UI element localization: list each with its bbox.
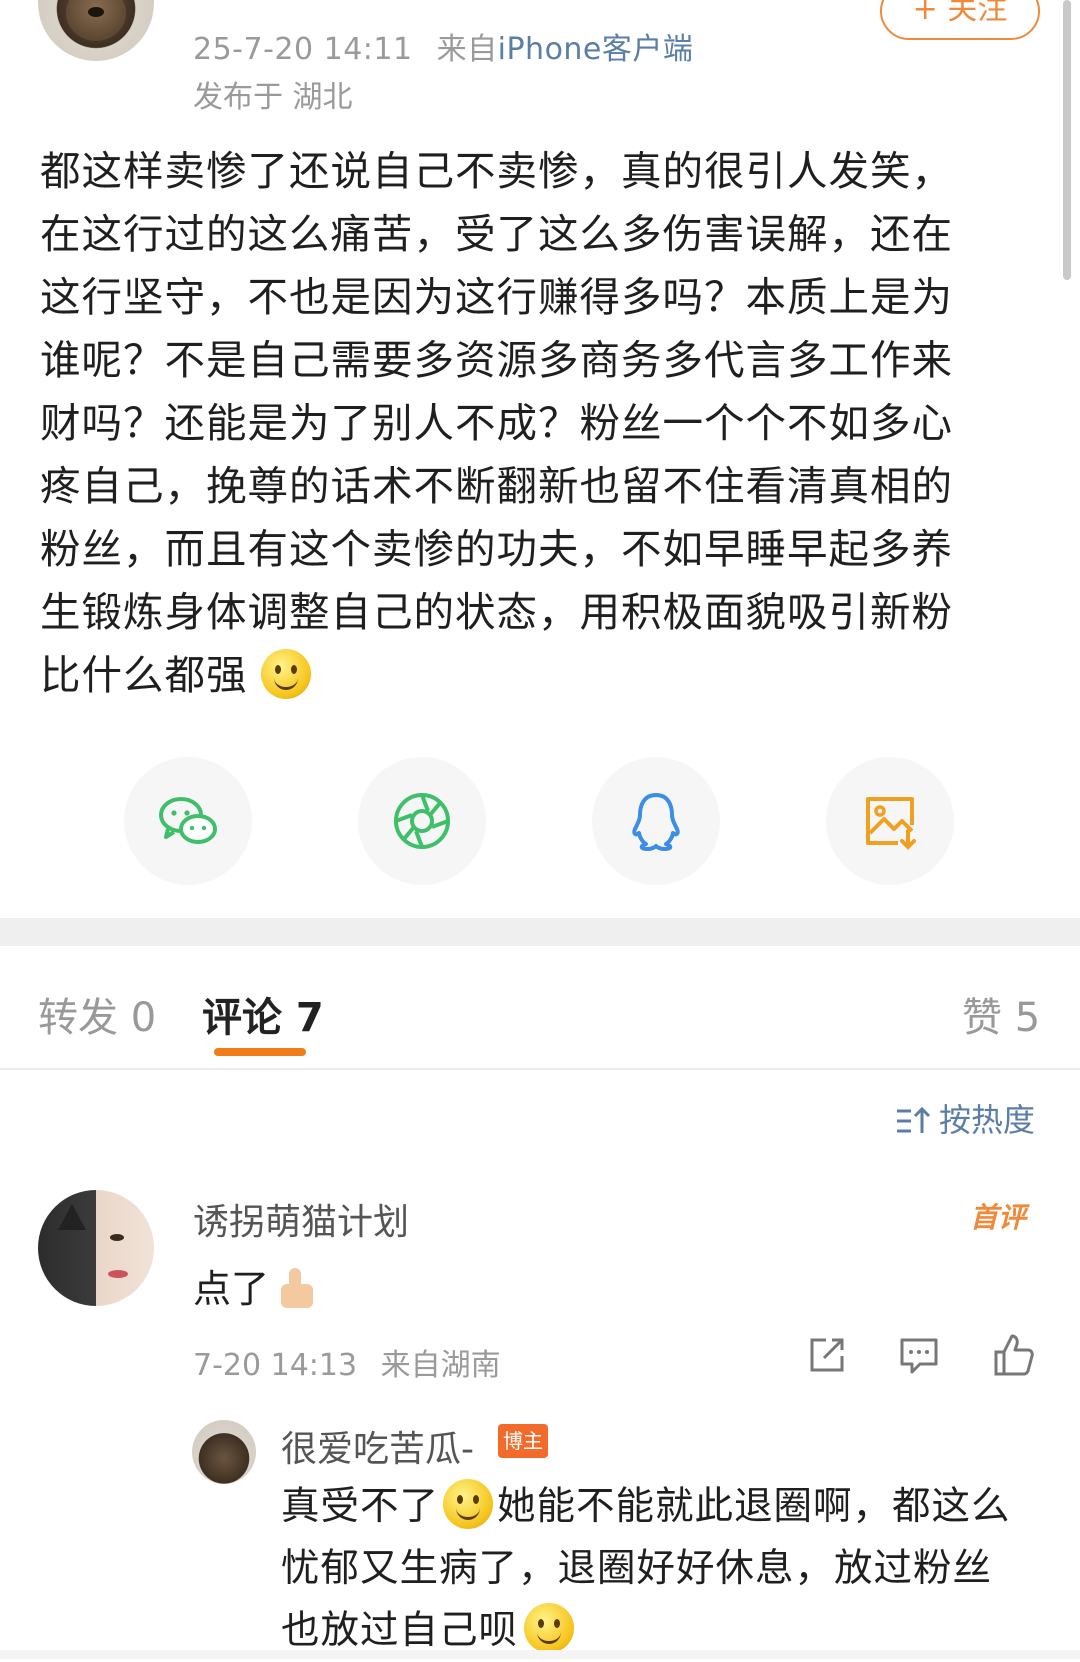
reply-author-avatar[interactable] (192, 1420, 256, 1484)
post-location: 发布于 湖北 (193, 80, 353, 115)
post-body: 都这样卖惨了还说自己不卖惨，真的很引人发笑， 在这行过的这么痛苦，受了这么多伤害… (40, 140, 1000, 707)
smile-emoji-icon (443, 1479, 494, 1529)
post-line: 在这行过的这么痛苦，受了这么多伤害误解，还在 (40, 210, 953, 258)
tab-divider (0, 1068, 1080, 1070)
first-comment-badge: 首评 (970, 1201, 1027, 1234)
avatar-lip (108, 1270, 128, 1278)
reply-line-part: 她能不能就此退圈啊，都这么 (497, 1484, 1011, 1529)
reply-line: 真受不了 她能不能就此退圈啊，都这么 (281, 1476, 1051, 1538)
post-line: 谁呢？不是自己需要多资源多商务多代言多工作来 (40, 336, 953, 384)
follow-button[interactable]: + 关注 (880, 0, 1040, 40)
reply-line-part: 真受不了 (281, 1484, 440, 1529)
scrollbar[interactable] (1063, 0, 1071, 280)
sort-icon (897, 1106, 931, 1133)
tab-likes[interactable]: 赞 5 (962, 985, 1040, 1043)
post-line: 疼自己，挽尊的话术不断翻新也留不住看清真相的 (40, 462, 953, 510)
post-from: 来自 (436, 32, 498, 67)
author-avatar[interactable] (38, 0, 154, 61)
reply-author-name[interactable]: 很爱吃苦瓜- (281, 1420, 474, 1472)
post-client: iPhone客户端 (497, 32, 694, 67)
share-wechat-button[interactable] (124, 757, 252, 885)
host-badge: 博主 (498, 1424, 548, 1458)
avatar-nose (88, 7, 104, 17)
comment-like-button[interactable] (990, 1332, 1036, 1378)
comment-from: 来自湖南 (380, 1348, 501, 1383)
post-line: 粉丝，而且有这个卖惨的功夫，不如早睡早起多养 (40, 525, 953, 573)
post-time: 25-7-20 14:11 (193, 32, 413, 67)
post-meta: 25-7-20 14:11 来自iPhone客户端 (193, 24, 693, 68)
share-moments-button[interactable] (358, 757, 486, 885)
sort-by-hot-button[interactable]: 按热度 (895, 1095, 1035, 1141)
post-line: 都这样卖惨了还说自己不卖惨，真的很引人发笑， (40, 147, 953, 195)
share-qq-button[interactable] (592, 757, 720, 885)
reply-line-part: 也放过自己呗 (281, 1608, 519, 1653)
qq-icon (632, 793, 680, 851)
comment-time: 7-20 14:13 (193, 1348, 358, 1383)
commenter-avatar[interactable] (38, 1190, 154, 1306)
smile-emoji-icon (524, 1603, 575, 1653)
bottom-edge (0, 1650, 1080, 1659)
moments-icon (394, 793, 450, 849)
commenter-name[interactable]: 诱拐萌猫计划 (193, 1193, 409, 1245)
avatar-eye (110, 1234, 124, 1241)
comment-reply-button[interactable] (896, 1332, 942, 1378)
comment-share-button[interactable] (804, 1332, 850, 1378)
avatar-cat-ear (58, 1204, 86, 1230)
save-image-icon (866, 797, 916, 850)
post-line: 这行坚守，不也是因为这行赚得多吗？本质上是为 (40, 273, 953, 321)
post-line: 比什么都强 (40, 651, 248, 699)
wechat-icon (159, 797, 217, 844)
post-line: 生锻炼身体调整自己的状态，用积极面貌吸引新粉 (40, 588, 953, 636)
tab-comments[interactable]: 评论 7 (202, 985, 324, 1043)
thumbs-up-icon (994, 1334, 1034, 1376)
reply-icon (900, 1338, 938, 1374)
section-divider (0, 918, 1080, 946)
active-tab-indicator (214, 1048, 306, 1056)
share-out-icon (810, 1338, 844, 1372)
sort-label: 按热度 (939, 1101, 1036, 1139)
post-line-last: 比什么都强 (40, 644, 1000, 707)
comment-text: 点了 (193, 1258, 319, 1313)
comment-text-content: 点了 (193, 1267, 270, 1311)
share-save-image-button[interactable] (826, 757, 954, 885)
reply-text: 真受不了 她能不能就此退圈啊，都这么 忧郁又生病了，退圈好好休息，放过粉丝 也放过… (281, 1476, 1051, 1662)
thumbs-up-emoji-icon (275, 1266, 319, 1310)
comment-meta: 7-20 14:13 来自湖南 (193, 1340, 501, 1384)
post-line: 财吗？还能是为了别人不成？粉丝一个个不如多心 (40, 399, 953, 447)
tab-repost[interactable]: 转发 0 (38, 985, 156, 1043)
reply-line: 忧郁又生病了，退圈好好休息，放过粉丝 (281, 1546, 993, 1591)
smile-emoji-icon (261, 649, 312, 699)
